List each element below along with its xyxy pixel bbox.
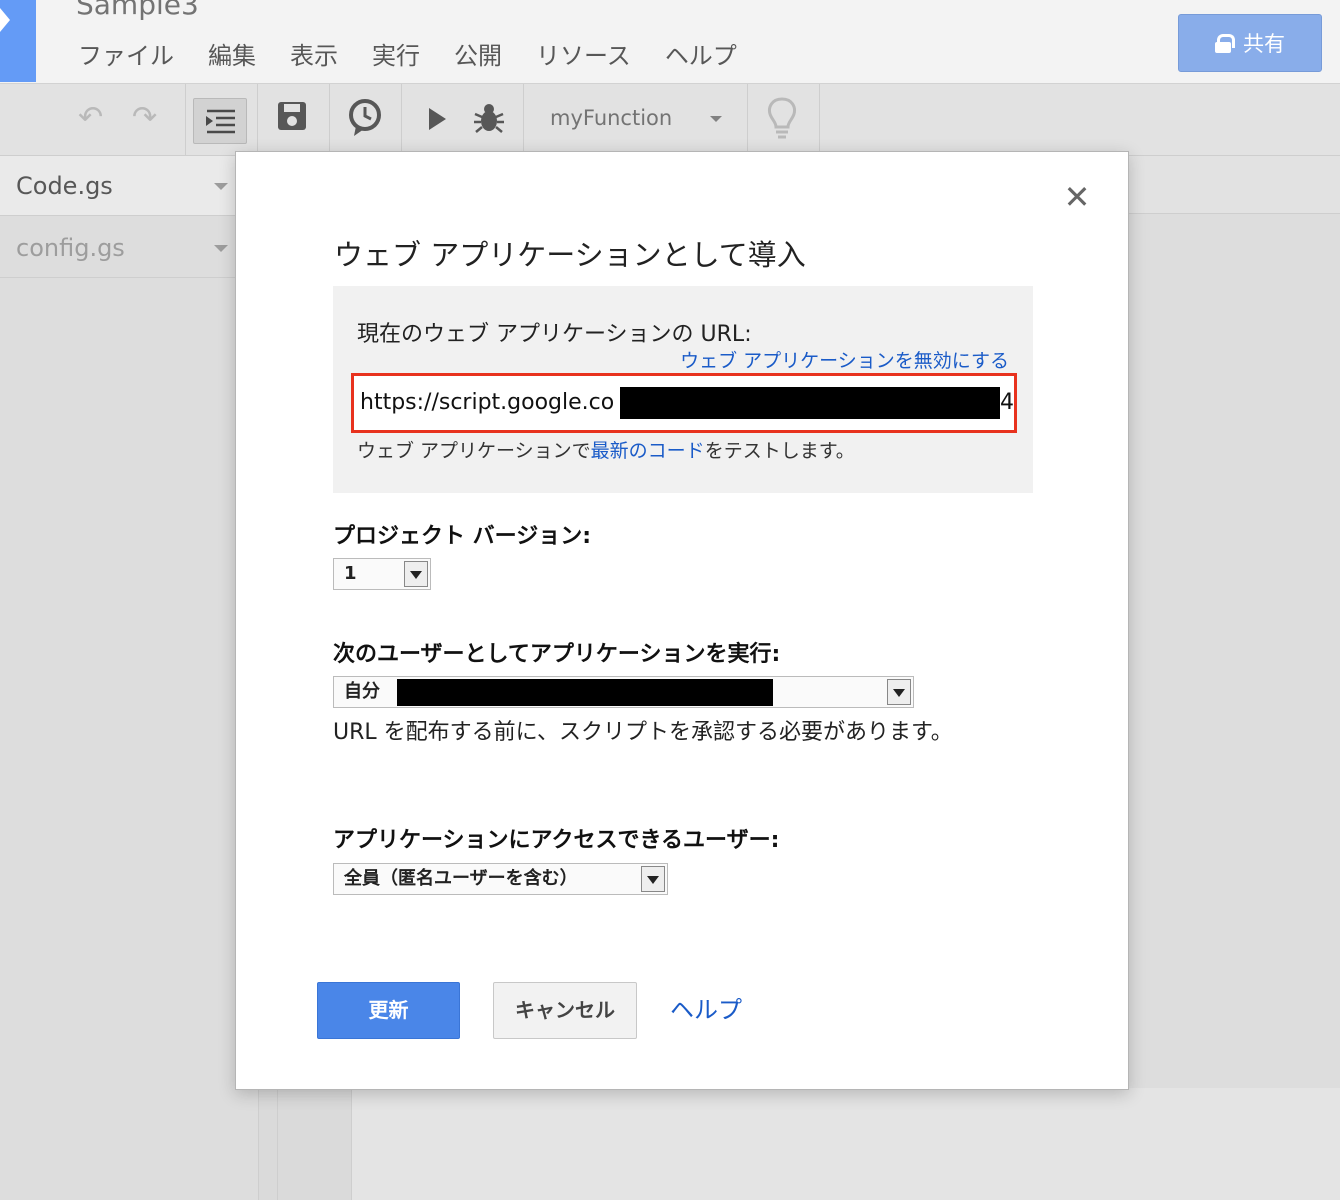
test-prefix: ウェブ アプリケーションで — [357, 440, 591, 462]
selected-value: 1 — [344, 563, 357, 584]
execute-as-select[interactable]: 自分 — [333, 676, 914, 708]
test-suffix: をテストします。 — [704, 440, 855, 462]
current-url-label: 現在のウェブ アプリケーションの URL: — [357, 322, 752, 347]
redaction-bar — [620, 387, 1000, 419]
disable-web-app-link[interactable]: ウェブ アプリケーションを無効にする — [680, 346, 1009, 373]
deploy-web-app-dialog: ✕ ウェブ アプリケーションとして導入 現在のウェブ アプリケーションの URL… — [235, 151, 1129, 1090]
test-latest-code-line: ウェブ アプリケーションで最新のコードをテストします。 — [357, 436, 855, 463]
redaction-bar — [397, 679, 773, 706]
web-app-url-field[interactable]: https://script.google.co 4 — [351, 373, 1017, 433]
access-select[interactable]: 全員（匿名ユーザーを含む） — [333, 863, 668, 895]
selected-value: 自分 — [344, 681, 380, 702]
dialog-title: ウェブ アプリケーションとして導入 — [334, 238, 806, 272]
url-text: https://script.google.co — [360, 390, 615, 415]
project-version-select[interactable]: 1 — [333, 558, 431, 590]
current-url-panel: 現在のウェブ アプリケーションの URL: ウェブ アプリケーションを無効にする… — [333, 286, 1033, 493]
dropdown-arrow-icon[interactable] — [641, 866, 665, 892]
dropdown-arrow-icon[interactable] — [404, 561, 428, 587]
dropdown-arrow-icon[interactable] — [887, 679, 911, 705]
close-icon[interactable]: ✕ — [1062, 180, 1092, 214]
access-label: アプリケーションにアクセスできるユーザー: — [333, 828, 780, 853]
authorize-note: URL を配布する前に、スクリプトを承認する必要があります。 — [333, 720, 953, 745]
update-button[interactable]: 更新 — [317, 982, 460, 1039]
project-version-label: プロジェクト バージョン: — [333, 524, 592, 549]
execute-as-label: 次のユーザーとしてアプリケーションを実行: — [333, 642, 781, 667]
selected-value: 全員（匿名ユーザーを含む） — [344, 868, 578, 889]
latest-code-link[interactable]: 最新のコード — [591, 440, 705, 462]
cancel-button[interactable]: キャンセル — [493, 982, 637, 1039]
url-text-end: 4 — [1000, 390, 1014, 415]
help-link[interactable]: ヘルプ — [670, 990, 742, 1025]
